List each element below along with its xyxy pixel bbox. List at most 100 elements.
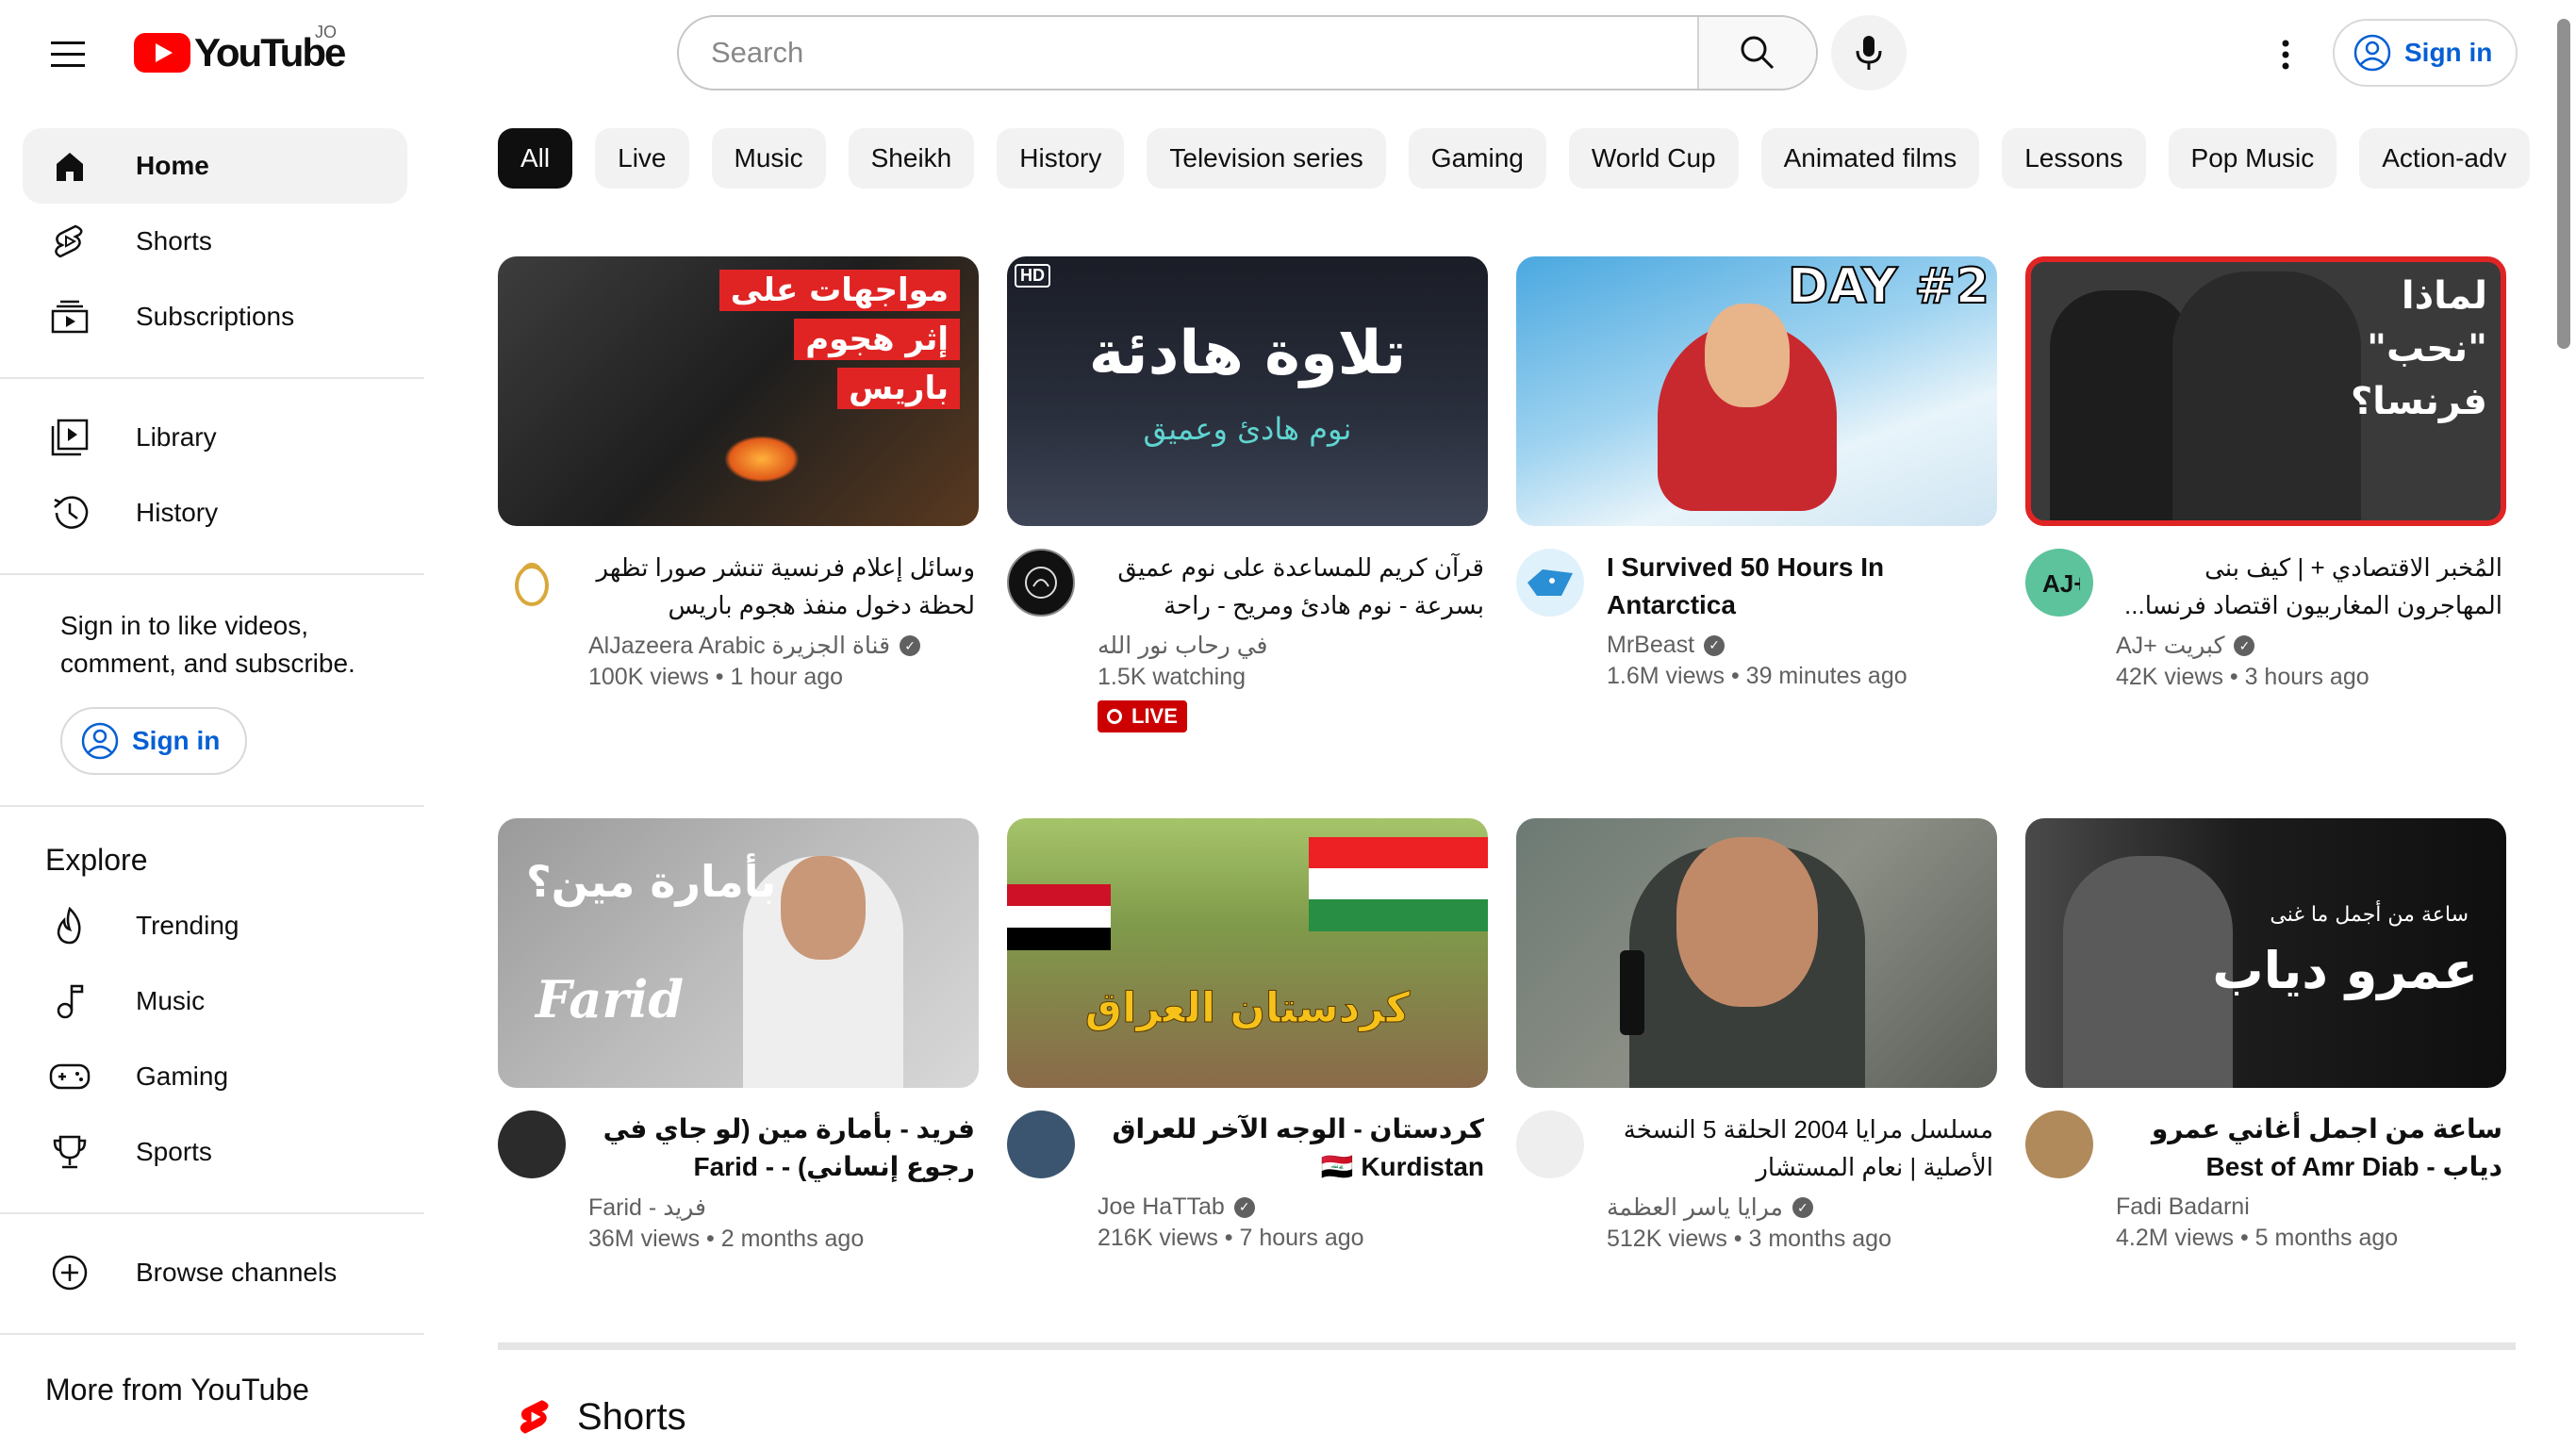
channel-name-row: MrBeast ✓ — [1607, 632, 1993, 659]
channel-name[interactable]: AlJazeera Arabic قناة الجزيرة — [588, 632, 890, 660]
video-title[interactable]: مسلسل مرايا 2004 الحلقة 5 النسخة الأصلية… — [1607, 1111, 1993, 1186]
chip-world-cup[interactable]: World Cup — [1568, 128, 1739, 189]
sign-in-button[interactable]: Sign in — [2333, 19, 2518, 87]
video-title[interactable]: كردستان - الوجه الآخر للعراق 🇮🇶 Kurdista… — [1098, 1111, 1484, 1186]
sign-in-label: Sign in — [132, 726, 221, 755]
sidebar-item-browse-channels[interactable]: Browse channels — [23, 1235, 407, 1310]
youtube-play-icon — [134, 33, 190, 73]
menu-icon — [51, 41, 85, 67]
chip-action-adventure[interactable]: Action-adv — [2359, 128, 2530, 189]
filter-chips-bar: All Live Music Sheikh History Television… — [498, 128, 2550, 189]
sidebar-item-library[interactable]: Library — [23, 400, 407, 475]
chip-gaming[interactable]: Gaming — [1408, 128, 1546, 189]
sidebar-item-shorts[interactable]: Shorts — [23, 204, 407, 279]
settings-more-button[interactable] — [2252, 21, 2320, 89]
video-card[interactable]: ساعة من أجمل ما غنى عمرو دياب ساعة من اج… — [2025, 818, 2506, 1252]
person-graphic — [2172, 272, 2361, 520]
search-input[interactable] — [679, 17, 1697, 89]
youtube-logo[interactable]: YouTube — [134, 28, 346, 77]
chip-animated-films[interactable]: Animated films — [1760, 128, 1980, 189]
chip-lessons[interactable]: Lessons — [2002, 128, 2146, 189]
video-thumbnail[interactable] — [1516, 818, 1997, 1088]
channel-name[interactable]: MrBeast — [1607, 632, 1694, 659]
video-title[interactable]: قرآن كريم للمساعدة على نوم عميق بسرعة - … — [1098, 549, 1484, 624]
sidebar-item-gaming[interactable]: Gaming — [23, 1039, 407, 1114]
video-thumbnail[interactable]: بأمارة مين؟ Farid — [498, 818, 979, 1088]
video-thumbnail[interactable]: ساعة من أجمل ما غنى عمرو دياب — [2025, 818, 2506, 1088]
sign-in-prompt: Sign in to like videos, comment, and sub… — [60, 611, 355, 678]
face-graphic — [1705, 304, 1790, 407]
thumbnail-overlay: مواجهات على إثر هجوم باريس — [718, 270, 960, 409]
channel-avatar[interactable] — [2025, 1111, 2093, 1178]
video-card[interactable]: DAY #2 I Survived 50 Hours In Antarctica… — [1516, 256, 1997, 690]
channel-avatar[interactable] — [1007, 1111, 1075, 1178]
video-card[interactable]: HD تلاوة هادئة نوم هادئ وعميق قرآن كريم … — [1007, 256, 1488, 732]
chip-television-series[interactable]: Television series — [1147, 128, 1386, 189]
channel-name[interactable]: مرايا ياسر العظمة — [1607, 1193, 1783, 1222]
channel-avatar[interactable] — [1516, 549, 1584, 617]
channel-name[interactable]: AJ+ كبريت — [2116, 632, 2224, 660]
chip-pop-music[interactable]: Pop Music — [2168, 128, 2337, 189]
channel-name[interactable]: في رحاب نور الله — [1098, 632, 1268, 660]
video-thumbnail[interactable]: HD تلاوة هادئة نوم هادئ وعميق — [1007, 256, 1488, 526]
channel-avatar[interactable] — [1516, 1111, 1584, 1178]
channel-avatar[interactable] — [498, 1111, 566, 1178]
sidebar-item-subscriptions[interactable]: Subscriptions — [23, 279, 407, 354]
person-graphic — [2050, 290, 2191, 520]
channel-avatar[interactable] — [1007, 549, 1075, 617]
sidebar-item-trending[interactable]: Trending — [23, 888, 407, 963]
video-title[interactable]: المُخبر الاقتصادي + | كيف بنى المهاجرون … — [2116, 549, 2502, 624]
sidebar-item-label: History — [136, 498, 219, 527]
search-button[interactable] — [1697, 17, 1816, 89]
chip-all[interactable]: All — [498, 128, 573, 189]
video-thumbnail[interactable]: لماذا "نحب" فرنسا؟ — [2025, 256, 2506, 526]
svg-text:AJ+: AJ+ — [2042, 569, 2080, 598]
video-card[interactable]: مواجهات على إثر هجوم باريس وسائل إعلام ف… — [498, 256, 979, 691]
verified-check-icon: ✓ — [1792, 1197, 1813, 1218]
sidebar-sign-in-button[interactable]: Sign in — [60, 707, 247, 775]
sidebar-item-music[interactable]: Music — [23, 963, 407, 1039]
video-thumbnail[interactable]: مواجهات على إثر هجوم باريس — [498, 256, 979, 526]
channel-name[interactable]: Farid - فريد — [588, 1193, 706, 1222]
sidebar-divider — [0, 377, 424, 379]
video-card[interactable]: لماذا "نحب" فرنسا؟ AJ+ المُخبر الاقتصادي… — [2025, 256, 2506, 691]
channel-name[interactable]: Fadi Badarni — [2116, 1193, 2250, 1221]
face-graphic — [781, 856, 866, 960]
chip-live[interactable]: Live — [595, 128, 689, 189]
video-card[interactable]: مسلسل مرايا 2004 الحلقة 5 النسخة الأصلية… — [1516, 818, 1997, 1253]
aljazeera-logo-icon — [515, 563, 549, 606]
channel-name-row: AlJazeera Arabic قناة الجزيرة ✓ — [588, 632, 975, 660]
voice-search-button[interactable] — [1831, 15, 1907, 90]
channel-avatar[interactable]: AJ+ — [2025, 549, 2093, 617]
channel-name-row: مرايا ياسر العظمة ✓ — [1607, 1193, 1993, 1222]
sidebar-item-sports[interactable]: Sports — [23, 1114, 407, 1190]
video-title[interactable]: وسائل إعلام فرنسية تنشر صورا تظهر لحظة د… — [588, 549, 975, 624]
video-title[interactable]: ساعة من اجمل أغاني عمرو دياب - Best of A… — [2116, 1111, 2502, 1186]
thumbnail-title: كردستان العراق — [1084, 984, 1411, 1033]
sidebar-item-history[interactable]: History — [23, 475, 407, 551]
ajplus-logo-icon: AJ+ — [2042, 569, 2080, 598]
video-thumbnail[interactable]: DAY #2 — [1516, 256, 1997, 526]
chip-history[interactable]: History — [997, 128, 1125, 189]
channel-name-row: Farid - فريد — [588, 1193, 975, 1222]
video-stats: 512K views • 3 months ago — [1607, 1226, 1891, 1252]
home-icon — [49, 145, 91, 187]
video-title[interactable]: I Survived 50 Hours In Antarctica — [1607, 549, 1993, 624]
channel-name[interactable]: Joe HaTTab — [1098, 1193, 1225, 1221]
video-meta: فريد - بأمارة مين (لو جاي في رجوع إنساني… — [498, 1111, 979, 1253]
trending-icon — [49, 905, 91, 946]
video-card[interactable]: بأمارة مين؟ Farid فريد - بأمارة مين (لو … — [498, 818, 979, 1253]
video-title[interactable]: فريد - بأمارة مين (لو جاي في رجوع إنساني… — [588, 1111, 975, 1186]
fire-graphic — [724, 436, 800, 483]
video-meta: كردستان - الوجه الآخر للعراق 🇮🇶 Kurdista… — [1007, 1111, 1488, 1252]
chip-music[interactable]: Music — [711, 128, 826, 189]
video-card[interactable]: كردستان العراق كردستان - الوجه الآخر للع… — [1007, 818, 1488, 1252]
trophy-icon — [49, 1131, 91, 1173]
chip-sheikh[interactable]: Sheikh — [848, 128, 975, 189]
search-box — [677, 15, 1818, 90]
hamburger-menu-button[interactable] — [41, 28, 94, 81]
page-scrollbar[interactable] — [2557, 19, 2570, 349]
channel-avatar[interactable] — [498, 549, 566, 617]
video-thumbnail[interactable]: كردستان العراق — [1007, 818, 1488, 1088]
sidebar-item-home[interactable]: Home — [23, 128, 407, 204]
